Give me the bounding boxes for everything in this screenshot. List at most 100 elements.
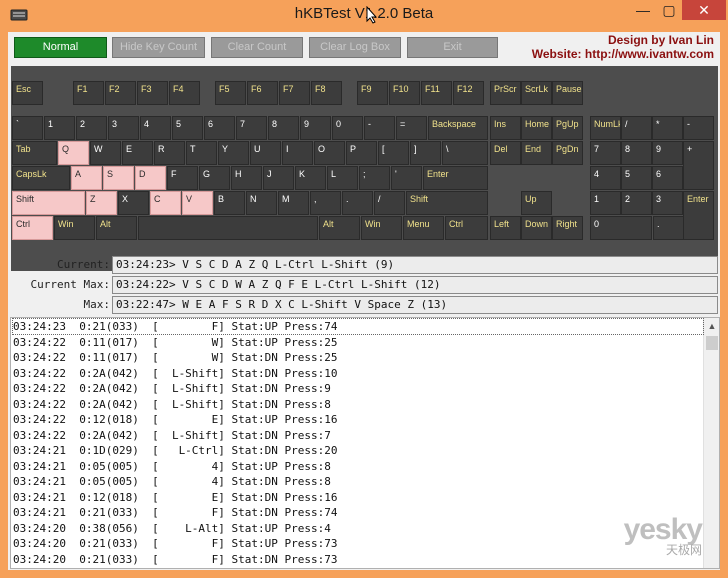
key-log-list[interactable]: ▲ 03:24:23 0:21(033) [ F] Stat:UP Press:… <box>10 317 720 569</box>
key-3: 3 <box>108 116 139 140</box>
maximize-button[interactable]: ▢ <box>656 0 682 20</box>
key-np-enter: Enter <box>683 191 714 240</box>
key-n: N <box>246 191 277 215</box>
log-line[interactable]: 03:24:21 0:12(018) [ E] Stat:DN Press:16 <box>13 490 338 505</box>
key-o: O <box>314 141 345 165</box>
key-s: S <box>103 166 134 190</box>
key-np2: 2 <box>621 191 652 215</box>
max-value: 03:22:47> W E A F S R D X C L-Shift V Sp… <box>112 296 718 314</box>
log-line[interactable]: 03:24:21 0:05(005) [ 4] Stat:UP Press:8 <box>13 459 331 474</box>
log-line[interactable]: 03:24:20 0:21(033) [ F] Stat:DN Press:73 <box>13 552 338 567</box>
clear-count-button[interactable]: Clear Count <box>211 37 303 58</box>
title-bar[interactable]: hKBTest V1.2.0 Beta — ▢ ✕ <box>0 0 728 32</box>
key-backspace: Backspace <box>428 116 488 140</box>
current-max-label: Current Max: <box>30 278 110 291</box>
key-np-sub: - <box>683 116 714 140</box>
key-j: J <box>263 166 294 190</box>
log-line[interactable]: 03:24:22 0:2A(042) [ L-Shift] Stat:DN Pr… <box>13 381 331 396</box>
log-line[interactable]: 03:24:22 0:11(017) [ W] Stat:DN Press:25 <box>13 350 338 365</box>
log-line[interactable]: 03:24:21 0:21(033) [ F] Stat:DN Press:74 <box>13 505 338 520</box>
scroll-thumb[interactable] <box>706 336 718 350</box>
key-lalt: Alt <box>96 216 137 240</box>
log-line[interactable]: 03:24:22 0:11(017) [ W] Stat:UP Press:25 <box>13 335 338 350</box>
key-lctrl: Ctrl <box>12 216 53 240</box>
key-9: 9 <box>300 116 331 140</box>
key-m: M <box>278 191 309 215</box>
log-line[interactable]: 03:24:20 0:21(033) [ F] Stat:UP Press:73 <box>13 536 338 551</box>
log-line[interactable]: 03:24:21 0:05(005) [ 4] Stat:DN Press:8 <box>13 474 331 489</box>
key-scrlk: ScrLk <box>521 81 552 105</box>
minimize-button[interactable]: — <box>630 0 656 20</box>
credit-designer: Design by Ivan Lin <box>607 33 714 47</box>
key-f5: F5 <box>215 81 246 105</box>
key-np-dot: . <box>653 216 684 240</box>
key-home: Home <box>521 116 552 140</box>
key-h: H <box>231 166 262 190</box>
key-rwin: Win <box>361 216 402 240</box>
log-scrollbar[interactable]: ▲ <box>703 318 719 568</box>
current-label: Current: <box>57 258 110 271</box>
key-f9: F9 <box>357 81 388 105</box>
max-row: Max: 03:22:47> W E A F S R D X C L-Shift… <box>8 296 720 314</box>
key-np-mul: * <box>652 116 683 140</box>
key-up: Up <box>521 191 552 215</box>
key-z: Z <box>86 191 117 215</box>
credit-website: Website: http://www.ivantw.com <box>531 47 714 61</box>
key-rbracket: ] <box>410 141 441 165</box>
key-f12: F12 <box>453 81 484 105</box>
key-2: 2 <box>76 116 107 140</box>
key-f2: F2 <box>105 81 136 105</box>
key-pgdn: PgDn <box>552 141 583 165</box>
key-r: R <box>154 141 185 165</box>
key-7: 7 <box>236 116 267 140</box>
key-right: Right <box>552 216 583 240</box>
key-f7: F7 <box>279 81 310 105</box>
key-pgup: PgUp <box>552 116 583 140</box>
key-np4: 4 <box>590 166 621 190</box>
key-end: End <box>521 141 552 165</box>
key-tab: Tab <box>12 141 57 165</box>
key-np6: 6 <box>652 166 683 190</box>
key-i: I <box>282 141 313 165</box>
key-quote: ' <box>391 166 422 190</box>
exit-button[interactable]: Exit <box>407 37 498 58</box>
key-f6: F6 <box>247 81 278 105</box>
scroll-up-arrow-icon[interactable]: ▲ <box>704 318 719 334</box>
log-line[interactable]: 03:24:23 0:21(033) [ F] Stat:UP Press:74 <box>12 318 704 335</box>
key-backslash: \ <box>442 141 488 165</box>
log-line[interactable]: 03:24:20 0:38(056) [ L-Alt] Stat:UP Pres… <box>13 521 331 536</box>
log-line[interactable]: 03:24:22 0:2A(042) [ L-Shift] Stat:DN Pr… <box>13 366 338 381</box>
current-max-value: 03:24:22> V S C D W A Z Q F E L-Ctrl L-S… <box>112 276 718 294</box>
close-button[interactable]: ✕ <box>682 0 726 20</box>
key-f1: F1 <box>73 81 104 105</box>
clear-log-box-button[interactable]: Clear Log Box <box>309 37 401 58</box>
max-label: Max: <box>83 298 111 311</box>
credit-block: Design by Ivan Lin Website: http://www.i… <box>532 33 714 61</box>
key-e: E <box>122 141 153 165</box>
key-x: X <box>118 191 149 215</box>
log-line[interactable]: 03:24:22 0:2A(042) [ L-Shift] Stat:DN Pr… <box>13 397 331 412</box>
mouse-cursor-icon <box>366 6 378 24</box>
normal-button[interactable]: Normal <box>14 37 107 58</box>
key-f8: F8 <box>311 81 342 105</box>
key-semicolon: ; <box>359 166 390 190</box>
key-equals: = <box>396 116 427 140</box>
key-ins: Ins <box>490 116 521 140</box>
log-line[interactable]: 03:24:21 0:1D(029) [ L-Ctrl] Stat:DN Pre… <box>13 443 338 458</box>
key-prscr: PrScr <box>490 81 521 105</box>
key-np1: 1 <box>590 191 621 215</box>
key-l: L <box>327 166 358 190</box>
key-lwin: Win <box>54 216 95 240</box>
key-backtick: ` <box>12 116 43 140</box>
key-np-add: + <box>683 141 714 190</box>
log-line[interactable]: 03:24:22 0:12(018) [ E] Stat:UP Press:16 <box>13 412 338 427</box>
key-del: Del <box>490 141 521 165</box>
key-np0: 0 <box>590 216 652 240</box>
key-np3: 3 <box>652 191 683 215</box>
key-d: D <box>135 166 166 190</box>
key-t: T <box>186 141 217 165</box>
hide-key-count-button[interactable]: Hide Key Count <box>112 37 205 58</box>
key-6: 6 <box>204 116 235 140</box>
key-rctrl: Ctrl <box>445 216 488 240</box>
log-line[interactable]: 03:24:22 0:2A(042) [ L-Shift] Stat:DN Pr… <box>13 428 331 443</box>
